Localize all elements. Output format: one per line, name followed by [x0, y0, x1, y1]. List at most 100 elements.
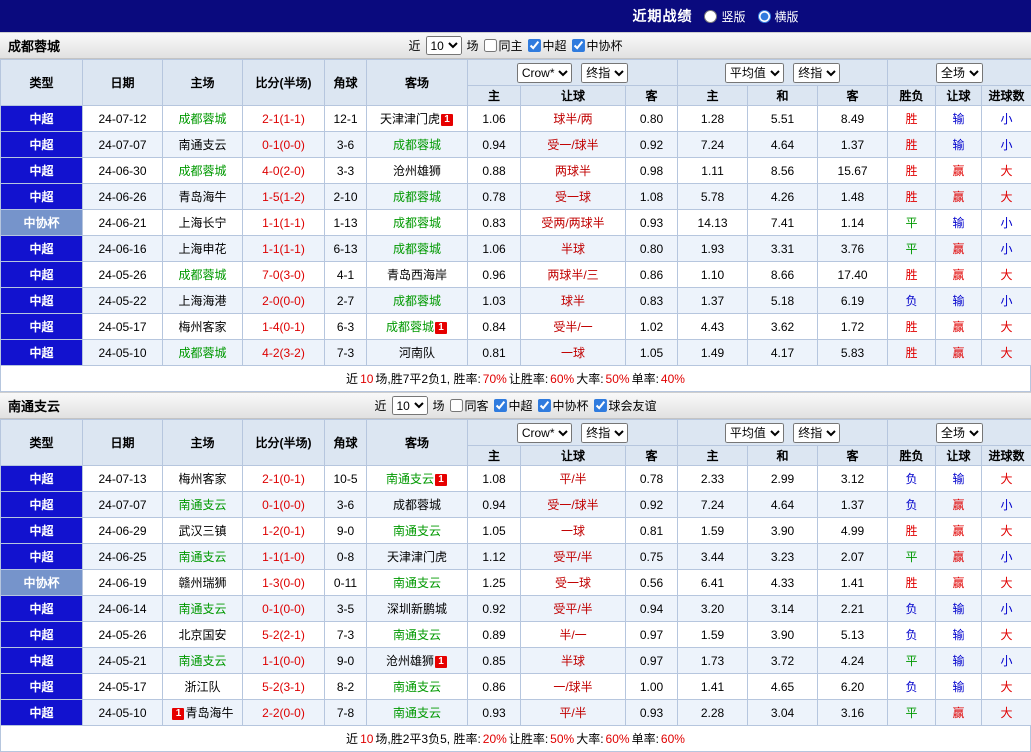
away-team-cell: 沧州雄狮1: [367, 648, 468, 674]
euro-draw-odds: 3.90: [748, 518, 818, 544]
home-team-cell: 上海长宁: [163, 210, 243, 236]
competition-type-cell: 中超: [1, 492, 83, 518]
filter-option[interactable]: 同客: [449, 397, 488, 414]
summary-segment: 40%: [660, 372, 686, 386]
filter-option[interactable]: 中协杯: [572, 37, 623, 54]
odds-company-select[interactable]: Crow*: [517, 63, 572, 83]
filter-checkbox[interactable]: [483, 39, 496, 52]
ah-home-odds: 0.93: [468, 700, 521, 726]
filter-checkbox[interactable]: [528, 39, 541, 52]
euro-period-select[interactable]: 终指: [793, 423, 840, 443]
layout-option-vertical[interactable]: 竖版: [704, 8, 745, 25]
euro-source-select[interactable]: 平均值: [725, 63, 784, 83]
filter-checkbox[interactable]: [594, 399, 607, 412]
summary-segment: 单率:: [631, 730, 660, 747]
filter-checkbox[interactable]: [449, 399, 462, 412]
away-team-cell: 南通支云: [367, 518, 468, 544]
home-team-cell: 南通支云: [163, 492, 243, 518]
home-team-cell: 成都蓉城: [163, 340, 243, 366]
filter-checkbox[interactable]: [538, 399, 551, 412]
euro-period-select[interactable]: 终指: [793, 63, 840, 83]
away-team-cell: 天津津门虎1: [367, 106, 468, 132]
match-result-cell: 平: [888, 210, 936, 236]
competition-type-cell: 中超: [1, 596, 83, 622]
ah-home-odds: 0.88: [468, 158, 521, 184]
goals-result-cell: 大: [982, 262, 1031, 288]
score-cell: 7-0(3-0): [243, 262, 325, 288]
ah-home-odds: 0.92: [468, 596, 521, 622]
date-cell: 24-07-12: [83, 106, 163, 132]
team-name: 成都蓉城: [178, 164, 226, 178]
match-row: 中超24-05-10成都蓉城4-2(3-2)7-3河南队0.81一球1.051.…: [1, 340, 1031, 366]
home-team-cell: 赣州瑞狮: [163, 570, 243, 596]
ah-line: 半/一: [521, 622, 626, 648]
euro-draw-odds: 3.90: [748, 622, 818, 648]
filter-option[interactable]: 中超: [528, 37, 567, 54]
ah-away-odds: 0.92: [626, 132, 678, 158]
euro-away-odds: 15.67: [818, 158, 888, 184]
away-team-cell: 沧州雄狮: [367, 158, 468, 184]
summary-segment: 50%: [605, 372, 631, 386]
col-ah-home: 主: [468, 86, 521, 106]
odds-period-select[interactable]: 终指: [581, 63, 628, 83]
euro-home-odds: 7.24: [678, 132, 748, 158]
filter-checkbox[interactable]: [572, 39, 585, 52]
col-away: 客场: [367, 60, 468, 106]
team-name: 浙江队: [184, 680, 220, 694]
filter-suffix: 场: [432, 397, 444, 414]
euro-draw-odds: 8.66: [748, 262, 818, 288]
goals-result-cell: 大: [982, 314, 1031, 340]
competition-type-cell: 中超: [1, 236, 83, 262]
summary-segment: 70%: [482, 372, 508, 386]
col-away: 客场: [367, 420, 468, 466]
odds-company-select[interactable]: Crow*: [517, 423, 572, 443]
ah-away-odds: 0.80: [626, 236, 678, 262]
home-team-cell: 梅州客家: [163, 466, 243, 492]
layout-radio-horizontal[interactable]: [758, 10, 771, 23]
away-team-cell: 成都蓉城: [367, 132, 468, 158]
scope-select[interactable]: 全场: [936, 423, 983, 443]
scope-select[interactable]: 全场: [936, 63, 983, 83]
ah-away-odds: 1.05: [626, 340, 678, 366]
layout-radio-vertical[interactable]: [704, 10, 717, 23]
filter-option[interactable]: 中协杯: [538, 397, 589, 414]
away-team-cell: 成都蓉城: [367, 210, 468, 236]
recent-count-select[interactable]: 10: [391, 396, 427, 415]
recent-count-select[interactable]: 10: [425, 36, 461, 55]
team-name: 南通支云: [393, 680, 441, 694]
match-result-cell: 负: [888, 492, 936, 518]
ah-away-odds: 1.08: [626, 184, 678, 210]
euro-home-odds: 1.41: [678, 674, 748, 700]
date-cell: 24-07-13: [83, 466, 163, 492]
date-cell: 24-06-21: [83, 210, 163, 236]
handicap-result-cell: 赢: [936, 184, 982, 210]
team-name: 南通支云: [386, 472, 434, 486]
corner-cell: 7-3: [325, 340, 367, 366]
ah-home-odds: 0.94: [468, 492, 521, 518]
red-card-badge: 1: [441, 114, 453, 126]
score-cell: 1-1(1-1): [243, 210, 325, 236]
filter-option[interactable]: 中超: [494, 397, 533, 414]
euro-draw-odds: 8.56: [748, 158, 818, 184]
header-controls-row: 类型 日期 主场 比分(半场) 角球 客场 Crow* 终指 平均值 终指 全场: [1, 60, 1031, 86]
ah-line: 受一/球半: [521, 492, 626, 518]
filter-checkbox[interactable]: [494, 399, 507, 412]
match-row: 中超24-06-14南通支云0-1(0-0)3-5深圳新鹏城0.92受平/半0.…: [1, 596, 1031, 622]
euro-draw-odds: 5.51: [748, 106, 818, 132]
handicap-result-cell: 赢: [936, 492, 982, 518]
score-cell: 2-1(0-1): [243, 466, 325, 492]
handicap-result-cell: 输: [936, 674, 982, 700]
layout-option-horizontal[interactable]: 横版: [758, 8, 799, 25]
col-type: 类型: [1, 60, 83, 106]
ah-line: 半球: [521, 236, 626, 262]
match-result-cell: 胜: [888, 106, 936, 132]
euro-source-select[interactable]: 平均值: [725, 423, 784, 443]
filter-option[interactable]: 同主: [483, 37, 522, 54]
ah-away-odds: 0.56: [626, 570, 678, 596]
corner-cell: 2-7: [325, 288, 367, 314]
col-result: 胜负: [888, 446, 936, 466]
odds-period-select[interactable]: 终指: [581, 423, 628, 443]
filter-option[interactable]: 球会友谊: [594, 397, 657, 414]
ah-away-odds: 0.98: [626, 158, 678, 184]
summary-line: 近10场,胜7平2负1, 胜率:70% 让胜率:60% 大率:50% 单率:40…: [0, 366, 1031, 392]
